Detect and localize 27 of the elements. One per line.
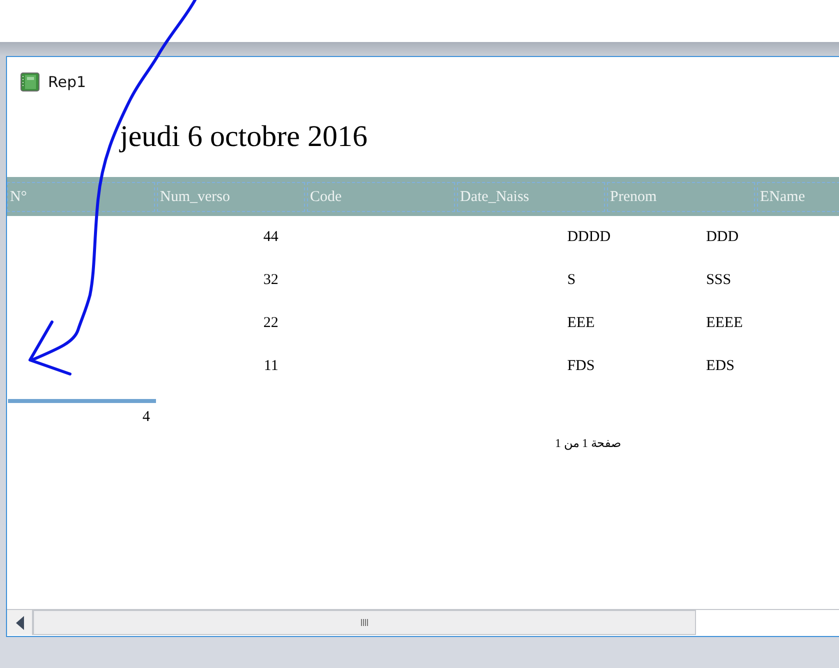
column-header: Date_Naiss (457, 182, 605, 212)
scroll-left-button[interactable] (7, 610, 33, 635)
column-header: N° (7, 182, 155, 212)
table-cell: SSS (706, 272, 732, 288)
left-arrow-icon (16, 616, 24, 630)
table-cell: FDS (567, 358, 595, 374)
table-cell: EEEE (706, 315, 743, 331)
table-cell: S (567, 272, 576, 288)
grip-icon (360, 619, 368, 626)
table-cell: DDDD (567, 229, 611, 245)
table-cell: EEE (567, 315, 595, 331)
window-title: Rep1 (48, 72, 86, 90)
table-cell: 22 (263, 315, 278, 331)
scrollbar-thumb[interactable] (33, 610, 696, 635)
column-header: Code (307, 182, 455, 212)
notebook-icon (20, 72, 40, 92)
column-header: Num_verso (157, 182, 305, 212)
report-date: jeudi 6 octobre 2016 (120, 119, 368, 155)
table-cell: EDS (706, 358, 734, 374)
page-number: صفحة 1 من 1 (555, 436, 621, 451)
table-cell: DDD (706, 229, 739, 245)
table-cell: 32 (263, 272, 278, 288)
column-header: EName (757, 182, 839, 212)
table-cell: 11 (264, 358, 278, 374)
column-header: Prenom (607, 182, 755, 212)
record-count: 4 (142, 409, 150, 425)
table-cell: 44 (263, 229, 278, 245)
